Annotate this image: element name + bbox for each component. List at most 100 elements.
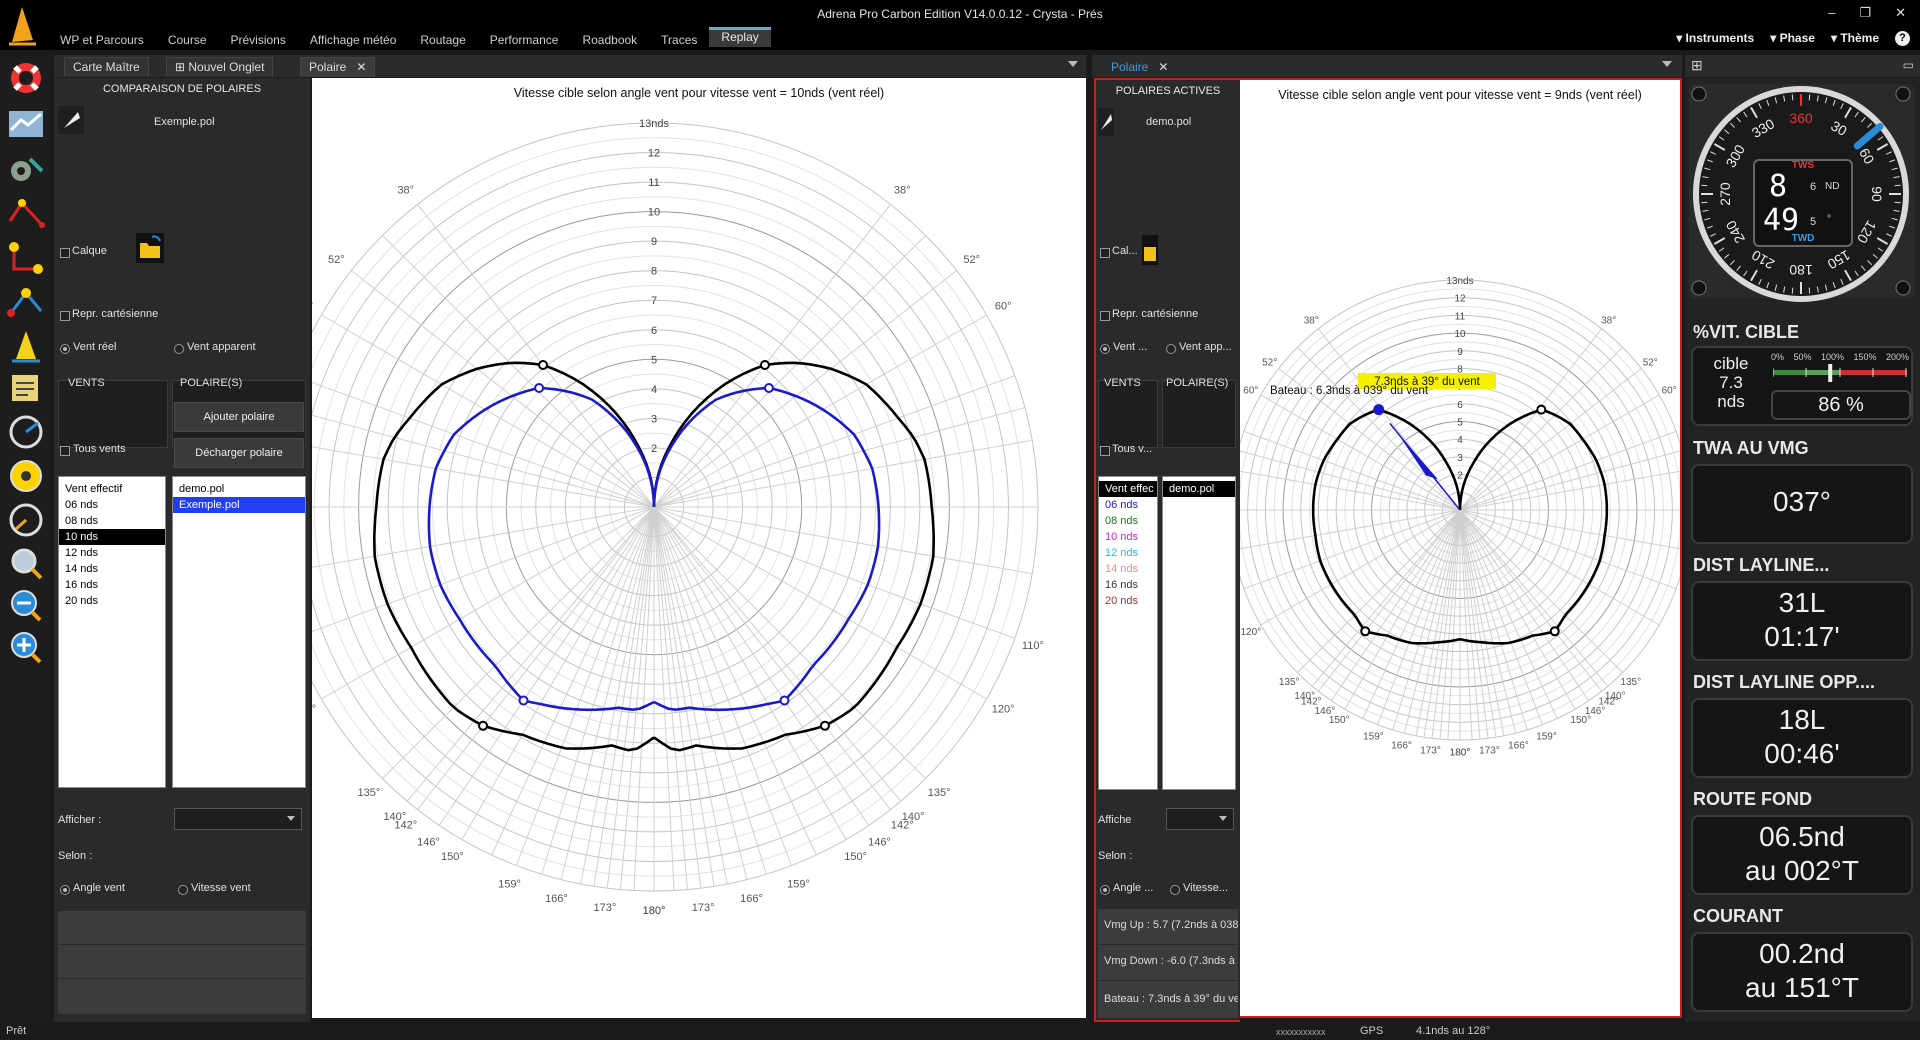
wind-list-item[interactable]: 16 nds bbox=[59, 577, 165, 593]
folder-open-icon[interactable] bbox=[1142, 235, 1158, 265]
close-tab-icon[interactable]: ✕ bbox=[356, 60, 366, 74]
all-winds-checkbox[interactable] bbox=[60, 446, 70, 456]
menu-previsions[interactable]: Prévisions bbox=[219, 30, 298, 51]
wind-list-item[interactable]: 20 nds bbox=[59, 593, 165, 609]
display-combo[interactable] bbox=[174, 808, 302, 830]
zoom-icon[interactable] bbox=[6, 545, 46, 583]
radial-tick-label: 11 bbox=[1455, 311, 1466, 322]
display-label: Affiche bbox=[1098, 814, 1132, 826]
tab-nouvel-onglet[interactable]: ⊞ Nouvel Onglet bbox=[166, 57, 274, 77]
menu-traces[interactable]: Traces bbox=[649, 30, 709, 51]
wind-list-item[interactable]: 14 nds bbox=[59, 561, 165, 577]
polar-list-item[interactable]: demo.pol bbox=[173, 481, 305, 497]
gauge-icon[interactable] bbox=[6, 501, 46, 539]
course-icon[interactable] bbox=[6, 283, 46, 321]
wind-list-item[interactable]: 14 nds bbox=[1099, 561, 1157, 577]
menu-phase[interactable]: ▾ Phase bbox=[1770, 31, 1815, 46]
compass-dial-icon[interactable] bbox=[6, 413, 46, 451]
maximize-button[interactable]: ❐ bbox=[1859, 5, 1871, 21]
compass-tick bbox=[1894, 201, 1901, 204]
help-icon[interactable]: ? bbox=[1895, 31, 1910, 46]
route-fond-instrument[interactable]: ROUTE FOND 06.5nd au 002°T bbox=[1685, 785, 1920, 897]
boat-label: Bateau : 6.3nds à 039° du vent bbox=[1270, 385, 1429, 397]
display-combo[interactable] bbox=[1166, 808, 1234, 830]
wind-list-item[interactable]: Vent effectif bbox=[59, 481, 165, 497]
polar-boat-icon[interactable] bbox=[58, 106, 84, 134]
minimize-button[interactable]: – bbox=[1828, 5, 1835, 21]
polar-list-item-selected[interactable]: demo.pol bbox=[1163, 481, 1235, 497]
zoom-in-icon[interactable] bbox=[6, 629, 46, 667]
weather-gear-icon[interactable] bbox=[6, 151, 46, 189]
tab-carte-maitre[interactable]: Carte Maître bbox=[64, 57, 149, 77]
tab-polaire[interactable]: Polaire ✕ bbox=[300, 57, 376, 77]
folder-open-icon[interactable] bbox=[136, 233, 164, 263]
tab-polaire-right[interactable]: Polaire ✕ bbox=[1102, 57, 1178, 77]
layer-checkbox[interactable] bbox=[60, 248, 70, 258]
target-speed-instrument[interactable]: %VIT. CIBLE cible 7.3 nds 0% 50% 100% 15… bbox=[1685, 318, 1920, 428]
compass-heading-label: 90 bbox=[1869, 186, 1885, 202]
layer-checkbox[interactable] bbox=[1100, 248, 1110, 258]
wind-list-item-selected[interactable]: 10 nds bbox=[59, 529, 165, 545]
wind-list-item[interactable]: 12 nds bbox=[59, 545, 165, 561]
wind-list-item[interactable]: 08 nds bbox=[1099, 513, 1157, 529]
wind-list-item[interactable]: 20 nds bbox=[1099, 593, 1157, 609]
wind-list-item[interactable]: 16 nds bbox=[1099, 577, 1157, 593]
add-polar-button[interactable]: Ajouter polaire bbox=[174, 402, 304, 432]
wind-angle-radio[interactable] bbox=[1100, 885, 1110, 895]
apparent-wind-radio[interactable] bbox=[1166, 344, 1176, 354]
menu-course[interactable]: Course bbox=[156, 30, 219, 51]
cartesian-checkbox[interactable] bbox=[1100, 311, 1110, 321]
true-wind-radio[interactable] bbox=[60, 344, 70, 354]
wind-compass-instrument[interactable]: 360 30 60 90 120 150 180 210 240 270 300 330 TWS 8 … bbox=[1685, 80, 1920, 302]
close-window-button[interactable]: ✕ bbox=[1895, 5, 1906, 21]
twa-vmg-instrument[interactable]: TWA AU VMG 037° bbox=[1685, 434, 1920, 546]
menu-replay[interactable]: Replay bbox=[709, 27, 771, 47]
menu-performance[interactable]: Performance bbox=[478, 30, 571, 51]
polar-chart-right[interactable]: Vitesse cible selon angle vent pour vite… bbox=[1240, 78, 1682, 1018]
courant-instrument[interactable]: COURANT 00.2nd au 151°T bbox=[1685, 902, 1920, 1014]
instrument-box: 00.2nd au 151°T bbox=[1691, 932, 1913, 1012]
menu-instruments[interactable]: ▾ Instruments bbox=[1676, 31, 1754, 46]
polar-list-item-selected[interactable]: Exemple.pol bbox=[173, 497, 305, 513]
polar-chart-left[interactable]: Vitesse cible selon angle vent pour vite… bbox=[312, 78, 1086, 1018]
unload-polar-button[interactable]: Décharger polaire bbox=[174, 438, 304, 468]
wind-angle-radio[interactable] bbox=[60, 885, 70, 895]
apparent-wind-radio[interactable] bbox=[174, 344, 184, 354]
zoom-out-icon[interactable] bbox=[6, 587, 46, 625]
all-winds-checkbox[interactable] bbox=[1100, 446, 1110, 456]
add-instrument-icon[interactable]: ⊞ bbox=[1691, 57, 1703, 74]
waypoint-route-icon[interactable] bbox=[6, 239, 46, 277]
wind-list-item[interactable]: 08 nds bbox=[59, 513, 165, 529]
lifebuoy-icon[interactable] bbox=[6, 59, 46, 97]
menu-theme[interactable]: ▾ Thème bbox=[1831, 31, 1879, 46]
tab-list-arrow-icon[interactable] bbox=[1662, 61, 1672, 67]
close-tab-icon[interactable]: ✕ bbox=[1158, 60, 1168, 74]
wind-list-item[interactable]: 10 nds bbox=[1099, 529, 1157, 545]
dist-layline-instrument[interactable]: DIST LAYLINE... 31L 01:17' bbox=[1685, 551, 1920, 663]
wind-speed-radio[interactable] bbox=[178, 885, 188, 895]
dist-layline-opp-instrument[interactable]: DIST LAYLINE OPP.... 18L 00:46' bbox=[1685, 668, 1920, 780]
wind-list-item[interactable]: 06 nds bbox=[59, 497, 165, 513]
wind-dial-icon[interactable] bbox=[6, 457, 46, 495]
menu-routage[interactable]: Routage bbox=[408, 30, 477, 51]
cartesian-checkbox[interactable] bbox=[60, 311, 70, 321]
polar-boat-icon[interactable] bbox=[1098, 108, 1114, 136]
status-xs: xxxxxxxxxxx bbox=[1276, 1027, 1326, 1037]
route-icon[interactable] bbox=[6, 195, 46, 233]
sail-icon[interactable] bbox=[6, 327, 46, 365]
map-icon[interactable] bbox=[6, 105, 46, 143]
instrument-menu-icon[interactable]: ▭ bbox=[1903, 58, 1914, 72]
wind-list-item-selected[interactable]: Vent effec bbox=[1099, 481, 1157, 497]
grid-spoke bbox=[515, 506, 655, 866]
tab-list-arrow-icon[interactable] bbox=[1068, 61, 1078, 67]
menu-affichage-meteo[interactable]: Affichage météo bbox=[298, 30, 409, 51]
menu-wp-parcours[interactable]: WP et Parcours bbox=[48, 30, 156, 51]
wind-speed-radio[interactable] bbox=[1170, 885, 1180, 895]
wind-list-item[interactable]: 12 nds bbox=[1099, 545, 1157, 561]
roadbook-icon[interactable] bbox=[6, 369, 46, 407]
true-wind-radio[interactable] bbox=[1100, 344, 1110, 354]
wind-list-item[interactable]: 06 nds bbox=[1099, 497, 1157, 513]
instrument-value: 18L bbox=[1778, 704, 1826, 735]
angle-label: 52° bbox=[1262, 357, 1277, 368]
menu-roadbook[interactable]: Roadbook bbox=[570, 30, 649, 51]
